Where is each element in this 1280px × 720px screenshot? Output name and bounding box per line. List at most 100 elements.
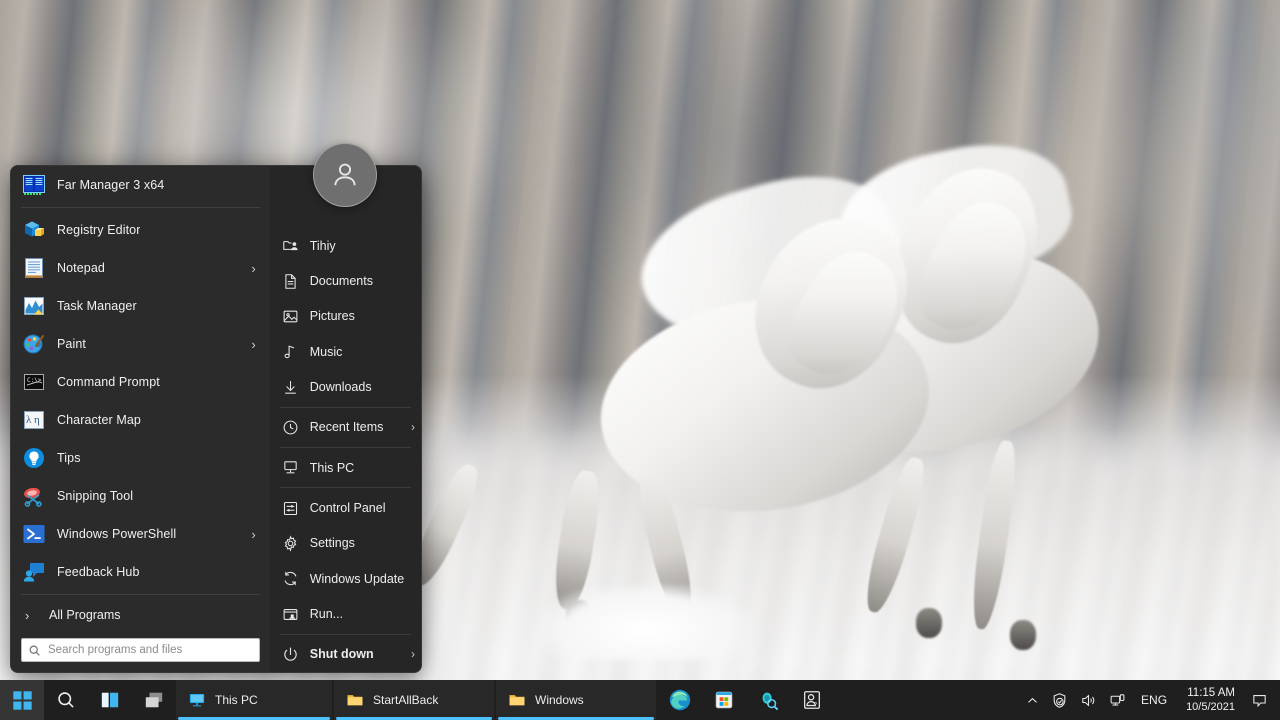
desktop[interactable]: Far Manager 3 x64 Registry Editor Notepa… <box>0 0 1280 720</box>
menu-item-label: Feedback Hub <box>57 565 140 579</box>
menu-item-this-pc[interactable]: This PC <box>270 450 421 485</box>
menu-item-label: Settings <box>309 536 355 551</box>
taskbar-process-explorer-button[interactable] <box>746 680 790 720</box>
menu-separator-shutdown <box>279 633 411 635</box>
menu-item-recent-items[interactable]: Recent Items › <box>270 410 421 445</box>
menu-item-label: Character Map <box>57 413 141 427</box>
search-icon <box>58 692 74 708</box>
menu-item-paint[interactable]: Paint › <box>11 325 270 363</box>
svg-text:η: η <box>34 414 40 426</box>
tray-clock[interactable]: 11:15 AM 10/5/2021 <box>1176 680 1245 720</box>
chevron-right-icon: › <box>25 607 30 623</box>
tray-language-indicator[interactable]: ENG <box>1132 680 1176 720</box>
taskbar-search-button[interactable] <box>44 680 88 720</box>
shut-down-button[interactable]: Shut down › <box>270 637 421 672</box>
gear-icon <box>282 534 300 552</box>
taskbar-task-label: Windows <box>535 693 584 707</box>
search-input[interactable] <box>48 644 253 656</box>
all-programs-button[interactable]: › All Programs <box>11 598 270 632</box>
menu-item-music[interactable]: Music <box>270 334 421 369</box>
download-icon <box>282 378 300 396</box>
speaker-icon <box>1082 694 1095 706</box>
shut-down-label: Shut down <box>309 647 374 662</box>
menu-item-label: Snipping Tool <box>57 489 134 503</box>
search-box[interactable] <box>21 638 260 662</box>
menu-item-character-map[interactable]: λ η Character Map <box>11 401 270 439</box>
start-button[interactable] <box>0 680 44 720</box>
search-icon <box>29 645 40 656</box>
widgets-icon <box>145 692 163 708</box>
menu-item-windows-powershell[interactable]: Windows PowerShell › <box>11 515 270 553</box>
taskbar-task-windows[interactable]: Windows <box>496 680 656 720</box>
menu-separator-all-programs <box>21 594 260 595</box>
taskbar-task-startallback[interactable]: StartAllBack <box>334 680 494 720</box>
autoruns-icon: ? <box>804 691 820 709</box>
tray-volume-button[interactable] <box>1074 680 1103 720</box>
taskbar-task-this-pc[interactable]: This PC <box>176 680 332 720</box>
menu-item-user-folder[interactable]: Tihiy <box>270 228 421 263</box>
menu-item-documents[interactable]: Documents <box>270 263 421 298</box>
widgets-button[interactable] <box>132 680 176 720</box>
menu-item-control-panel[interactable]: Control Panel <box>270 490 421 525</box>
start-menu[interactable]: Far Manager 3 x64 Registry Editor Notepa… <box>10 165 422 673</box>
windows-logo-icon <box>12 690 32 710</box>
menu-item-label: Windows Update <box>309 571 405 586</box>
menu-item-label: Documents <box>309 274 373 289</box>
tray-network-button[interactable] <box>1103 680 1132 720</box>
menu-item-far-manager[interactable]: Far Manager 3 x64 <box>11 166 270 204</box>
chat-bubble-icon <box>1253 694 1266 707</box>
user-folder-icon <box>282 237 300 255</box>
process-explorer-icon <box>757 690 779 711</box>
tray-security-button[interactable] <box>1045 680 1074 720</box>
taskbar-edge-button[interactable] <box>658 680 702 720</box>
taskbar-autoruns-button[interactable]: ? <box>790 680 834 720</box>
menu-item-label: Pictures <box>309 309 355 324</box>
tray-time: 11:15 AM <box>1187 687 1235 699</box>
paint-icon <box>21 331 47 357</box>
notepad-icon <box>21 255 47 281</box>
far-manager-icon <box>21 172 47 198</box>
taskbar-task-label: StartAllBack <box>373 693 439 707</box>
control-panel-icon <box>282 499 300 517</box>
menu-item-task-manager[interactable]: Task Manager <box>11 287 270 325</box>
registry-editor-icon <box>21 217 47 243</box>
power-icon <box>282 645 300 663</box>
document-icon <box>282 272 300 290</box>
menu-item-feedback-hub[interactable]: Feedback Hub <box>11 553 270 591</box>
taskbar[interactable]: This PC StartAllBack Windows ? ENG 11:15… <box>0 680 1280 720</box>
person-icon <box>334 163 356 186</box>
menu-item-command-prompt[interactable]: C:\> Command Prompt <box>11 363 270 401</box>
menu-separator-right-1 <box>279 406 411 408</box>
menu-item-windows-update[interactable]: Windows Update <box>270 561 421 596</box>
command-prompt-icon: C:\> <box>21 369 47 395</box>
menu-item-settings[interactable]: Settings <box>270 526 421 561</box>
chevron-right-icon: › <box>251 526 256 542</box>
menu-item-run[interactable]: Run... <box>270 596 421 631</box>
menu-item-notepad[interactable]: Notepad › <box>11 249 270 287</box>
menu-item-registry-editor[interactable]: Registry Editor <box>11 211 270 249</box>
menu-item-label: Recent Items <box>309 420 384 435</box>
system-tray[interactable]: ENG 11:15 AM 10/5/2021 <box>1020 680 1280 720</box>
menu-item-tips[interactable]: Tips <box>11 439 270 477</box>
horse-hoof-4 <box>1010 620 1036 650</box>
network-icon <box>1110 693 1125 706</box>
task-view-button[interactable] <box>88 680 132 720</box>
chevron-right-icon: › <box>251 260 256 276</box>
run-icon <box>282 605 300 623</box>
menu-item-downloads[interactable]: Downloads <box>270 369 421 404</box>
tray-notifications-button[interactable] <box>1245 680 1274 720</box>
music-note-icon <box>282 343 300 361</box>
avatar[interactable] <box>313 143 377 207</box>
tray-overflow-button[interactable] <box>1020 680 1045 720</box>
menu-item-label: Downloads <box>309 380 372 395</box>
task-view-icon <box>101 692 119 708</box>
menu-item-label: Far Manager 3 x64 <box>57 178 165 192</box>
menu-item-pictures[interactable]: Pictures <box>270 299 421 334</box>
taskbar-store-button[interactable] <box>702 680 746 720</box>
feedback-hub-icon <box>21 559 47 585</box>
menu-item-snipping-tool[interactable]: Snipping Tool <box>11 477 270 515</box>
menu-item-label: Music <box>309 344 343 359</box>
menu-separator-pinned <box>21 207 260 208</box>
svg-text:λ: λ <box>26 414 32 426</box>
menu-item-label: Notepad <box>57 261 105 275</box>
